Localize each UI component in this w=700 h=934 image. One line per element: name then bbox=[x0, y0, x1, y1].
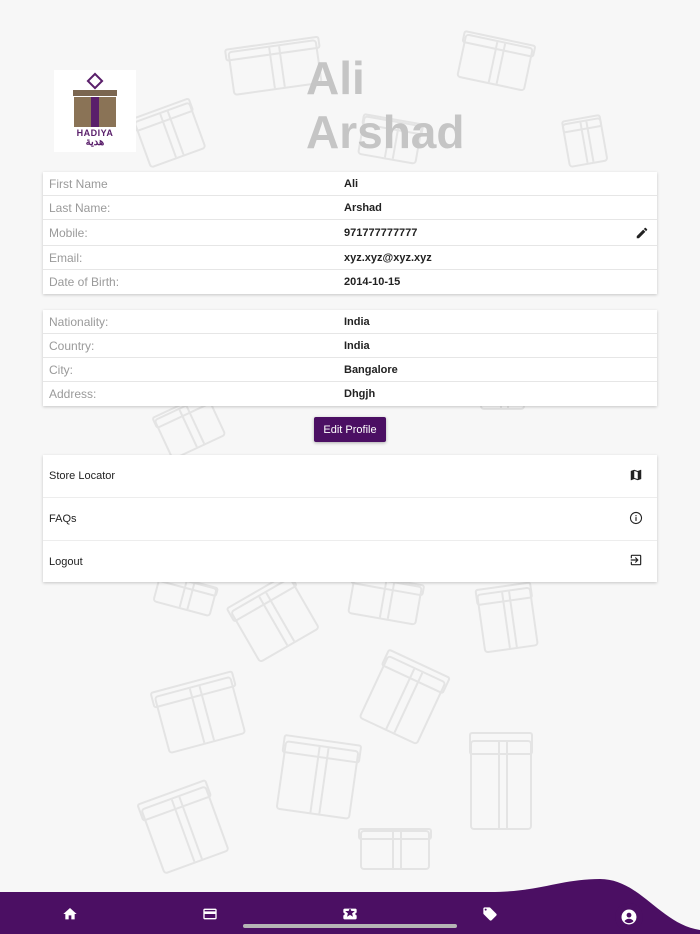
info-row-email: Email: xyz.xyz@xyz.xyz bbox=[43, 246, 657, 270]
menu-item-logout[interactable]: Logout bbox=[43, 541, 657, 582]
map-icon bbox=[629, 468, 643, 485]
field-value: Arshad bbox=[344, 201, 382, 214]
field-value: xyz.xyz@xyz.xyz bbox=[344, 251, 432, 264]
info-row-first-name: First Name Ali bbox=[43, 172, 657, 196]
menu-item-faqs[interactable]: FAQs bbox=[43, 498, 657, 541]
field-label: Last Name: bbox=[49, 200, 111, 215]
tag-icon[interactable] bbox=[482, 906, 500, 924]
menu-item-label: FAQs bbox=[49, 513, 77, 525]
field-label: Nationality: bbox=[49, 314, 109, 329]
field-value: India bbox=[344, 339, 370, 352]
account-menu: Store Locator FAQs Logout bbox=[43, 455, 657, 582]
field-value: 971777777777 bbox=[344, 226, 418, 239]
logo-brand-text-arabic: هدية bbox=[85, 136, 105, 148]
hadiya-logo: HADIYA هدية bbox=[54, 70, 136, 152]
field-label: Country: bbox=[49, 338, 95, 353]
logout-icon bbox=[629, 553, 643, 570]
field-label: Address: bbox=[49, 387, 97, 401]
field-value: Bangalore bbox=[344, 363, 398, 376]
account-icon[interactable] bbox=[615, 903, 643, 931]
info-icon bbox=[629, 511, 643, 528]
field-label: City: bbox=[49, 362, 73, 377]
info-row-date-of-birth: Date of Birth: 2014-10-15 bbox=[43, 270, 657, 294]
info-row-address: Address: Dhgjh bbox=[43, 382, 657, 406]
field-label: Date of Birth: bbox=[49, 275, 120, 289]
home-icon[interactable] bbox=[62, 906, 80, 924]
location-info-card: Nationality: India Country: India City: … bbox=[43, 310, 657, 406]
edit-profile-button[interactable]: Edit Profile bbox=[314, 417, 386, 442]
info-row-mobile: Mobile: 971777777777 bbox=[43, 220, 657, 246]
menu-item-label: Store Locator bbox=[49, 470, 116, 482]
field-label: First Name bbox=[49, 176, 108, 191]
field-value: India bbox=[344, 315, 370, 328]
bottom-navigation-bar bbox=[0, 874, 700, 934]
ticket-icon[interactable] bbox=[342, 906, 360, 924]
profile-first-name-heading: Ali bbox=[306, 52, 365, 104]
field-label: Email: bbox=[49, 250, 83, 265]
field-label: Mobile: bbox=[49, 225, 88, 240]
menu-item-label: Logout bbox=[49, 555, 83, 568]
home-indicator bbox=[243, 924, 457, 928]
info-row-last-name: Last Name: Arshad bbox=[43, 196, 657, 220]
profile-last-name-heading: Arshad bbox=[306, 106, 465, 158]
menu-item-store-locator[interactable]: Store Locator bbox=[43, 455, 657, 498]
field-value: 2014-10-15 bbox=[344, 276, 401, 288]
field-value: Ali bbox=[344, 177, 359, 190]
card-icon[interactable] bbox=[202, 906, 220, 924]
info-row-nationality: Nationality: India bbox=[43, 310, 657, 334]
field-value: Dhgjh bbox=[344, 388, 376, 400]
info-row-city: City: Bangalore bbox=[43, 358, 657, 382]
logo-diamond-icon bbox=[86, 72, 104, 89]
personal-info-card: First Name Ali Last Name: Arshad Mobile:… bbox=[43, 172, 657, 294]
edit-mobile-pencil-icon[interactable] bbox=[635, 226, 649, 240]
info-row-country: Country: India bbox=[43, 334, 657, 358]
